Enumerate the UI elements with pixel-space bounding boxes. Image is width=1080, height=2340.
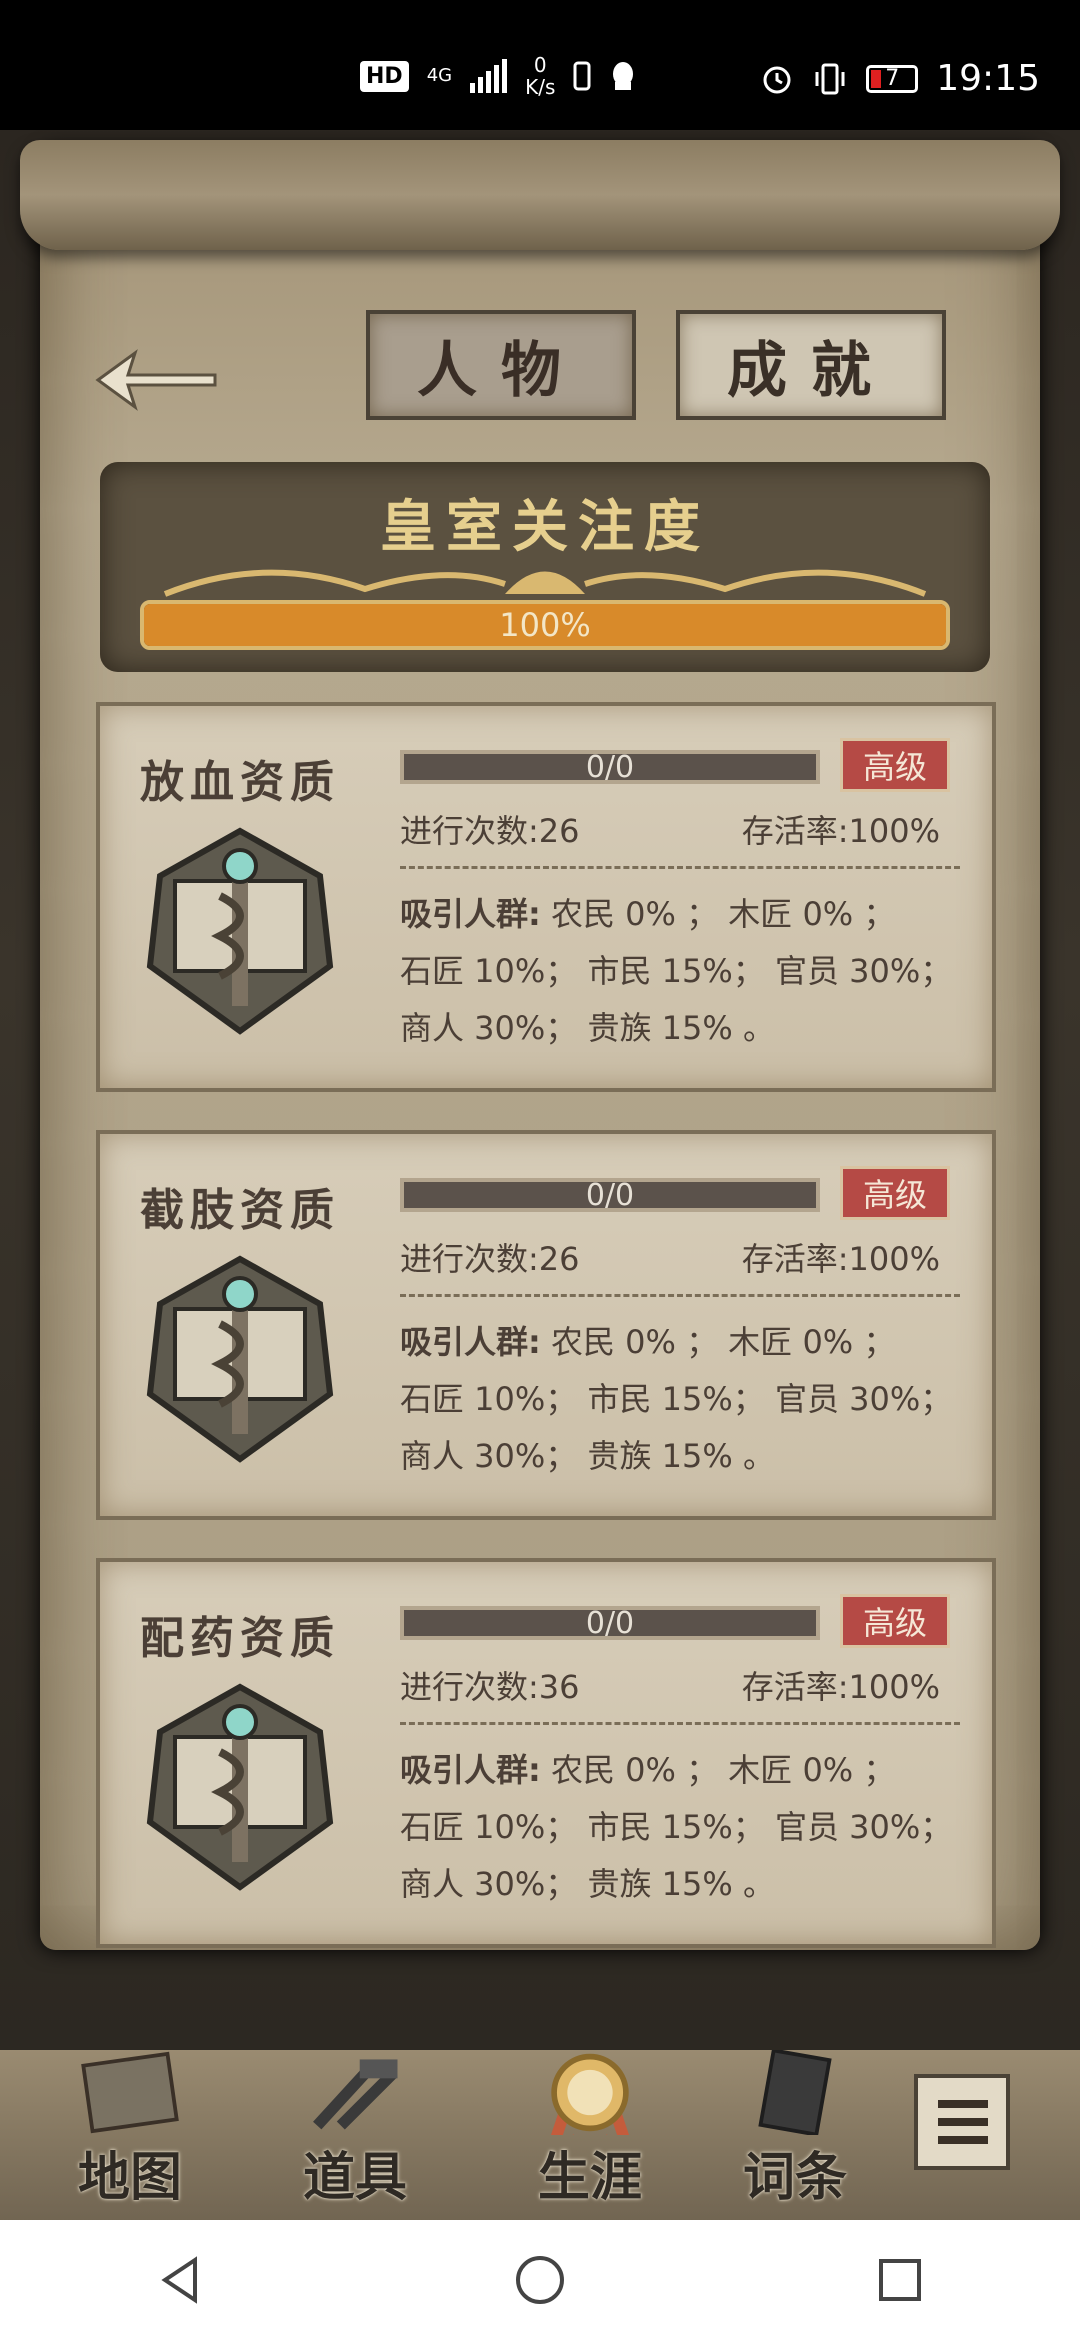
book-caduceus-icon <box>140 826 340 1036</box>
skill-progress-bar: 0/0 <box>400 750 820 785</box>
menu-label: 道具 <box>302 2148 407 2208</box>
scroll-rolled-top <box>20 140 1060 250</box>
phone-icon <box>573 61 591 91</box>
status-bar: HD 4G 0 K/s 7 19:15 <box>0 0 1080 130</box>
tab-achievements[interactable]: 成就 <box>676 310 946 420</box>
qualification-card-medicine[interactable]: 配药资质 0/0 高级 进行次数:36 存活率:100% 吸引人群: 农民 0%… <box>96 1558 996 1948</box>
book-caduceus-icon <box>140 1254 340 1464</box>
attract-label: 吸引人群: <box>400 1323 541 1361</box>
survival-rate: 存活率:100% <box>741 1668 940 1706</box>
ornament-icon <box>130 554 960 597</box>
performed-count: 进行次数:26 <box>400 1240 580 1278</box>
map-icon <box>81 2051 179 2134</box>
survival-rate: 存活率:100% <box>741 1240 940 1278</box>
menu-label: 词条 <box>742 2148 847 2208</box>
menu-items[interactable]: 道具 <box>275 2050 435 2210</box>
status-right: 7 19:15 <box>760 58 1040 99</box>
back-arrow-icon[interactable] <box>90 345 220 415</box>
list-menu-icon[interactable] <box>914 2074 1010 2170</box>
attracted-groups: 吸引人群: 农民 0% ； 木匠 0% ； 石匠 10%； 市民 15%； 官员… <box>400 1751 953 1903</box>
survival-rate: 存活率:100% <box>741 812 940 850</box>
skill-progress-bar: 0/0 <box>400 1606 820 1641</box>
nav-recents-icon[interactable] <box>860 2240 940 2320</box>
skill-progress-bar: 0/0 <box>400 1178 820 1213</box>
tab-people[interactable]: 人物 <box>366 310 636 420</box>
battery-icon: 7 <box>866 64 919 93</box>
royal-attention-title: 皇室关注度 <box>380 495 710 560</box>
card-title: 配药资质 <box>140 1613 340 1664</box>
clock: 19:15 <box>936 58 1040 99</box>
book-caduceus-icon <box>140 1682 340 1892</box>
royal-attention-panel: 皇室关注度 100% <box>100 462 990 672</box>
divider <box>400 866 960 869</box>
book-icon <box>758 2050 832 2135</box>
menu-label: 生涯 <box>537 2148 642 2208</box>
performed-count: 进行次数:26 <box>400 812 580 850</box>
bottom-menu: 地图 道具 生涯 词条 <box>0 2050 1080 2220</box>
menu-entries[interactable]: 词条 <box>715 2050 875 2210</box>
attracted-groups: 吸引人群: 农民 0% ； 木匠 0% ； 石匠 10%； 市民 15%； 官员… <box>400 895 953 1047</box>
system-navbar <box>0 2220 1080 2340</box>
network-type: 4G <box>426 65 453 86</box>
level-badge: 高级 <box>840 1594 950 1648</box>
menu-label: 地图 <box>77 2148 182 2208</box>
hd-indicator: HD <box>360 60 409 92</box>
app-screen: 人物 成就 皇室关注度 100% 放血资质 0/0 高级 进行次数:26 存活率… <box>0 130 1080 2220</box>
qualification-card-bloodletting[interactable]: 放血资质 0/0 高级 进行次数:26 存活率:100% 吸引人群: 农民 0%… <box>96 702 996 1092</box>
qualification-card-amputation[interactable]: 截肢资质 0/0 高级 进行次数:26 存活率:100% 吸引人群: 农民 0%… <box>96 1130 996 1520</box>
card-title: 放血资质 <box>140 757 340 808</box>
attract-label: 吸引人群: <box>400 895 541 933</box>
menu-map[interactable]: 地图 <box>50 2050 210 2210</box>
royal-attention-bar: 100% <box>140 600 950 650</box>
alarm-icon <box>763 66 791 93</box>
tools-icon <box>313 2059 398 2130</box>
card-title: 截肢资质 <box>140 1185 340 1236</box>
nav-home-icon[interactable] <box>500 2240 580 2320</box>
medal-icon <box>550 2053 630 2135</box>
qq-icon <box>613 62 634 90</box>
divider <box>400 1722 960 1725</box>
performed-count: 进行次数:36 <box>400 1668 580 1706</box>
menu-career[interactable]: 生涯 <box>510 2050 670 2210</box>
parchment-scroll: 人物 成就 皇室关注度 100% 放血资质 0/0 高级 进行次数:26 存活率… <box>20 140 1060 1950</box>
level-badge: 高级 <box>840 738 950 792</box>
attracted-groups: 吸引人群: 农民 0% ； 木匠 0% ； 石匠 10%； 市民 15%； 官员… <box>400 1323 953 1475</box>
status-left: HD 4G 0 K/s <box>360 54 637 98</box>
vibrate-icon <box>815 63 845 94</box>
net-speed: 0 K/s <box>525 53 556 99</box>
attract-label: 吸引人群: <box>400 1751 541 1789</box>
level-badge: 高级 <box>840 1166 950 1220</box>
signal-icon <box>470 59 508 93</box>
nav-back-icon[interactable] <box>140 2240 220 2320</box>
divider <box>400 1294 960 1297</box>
royal-attention-value: 100% <box>499 606 591 644</box>
